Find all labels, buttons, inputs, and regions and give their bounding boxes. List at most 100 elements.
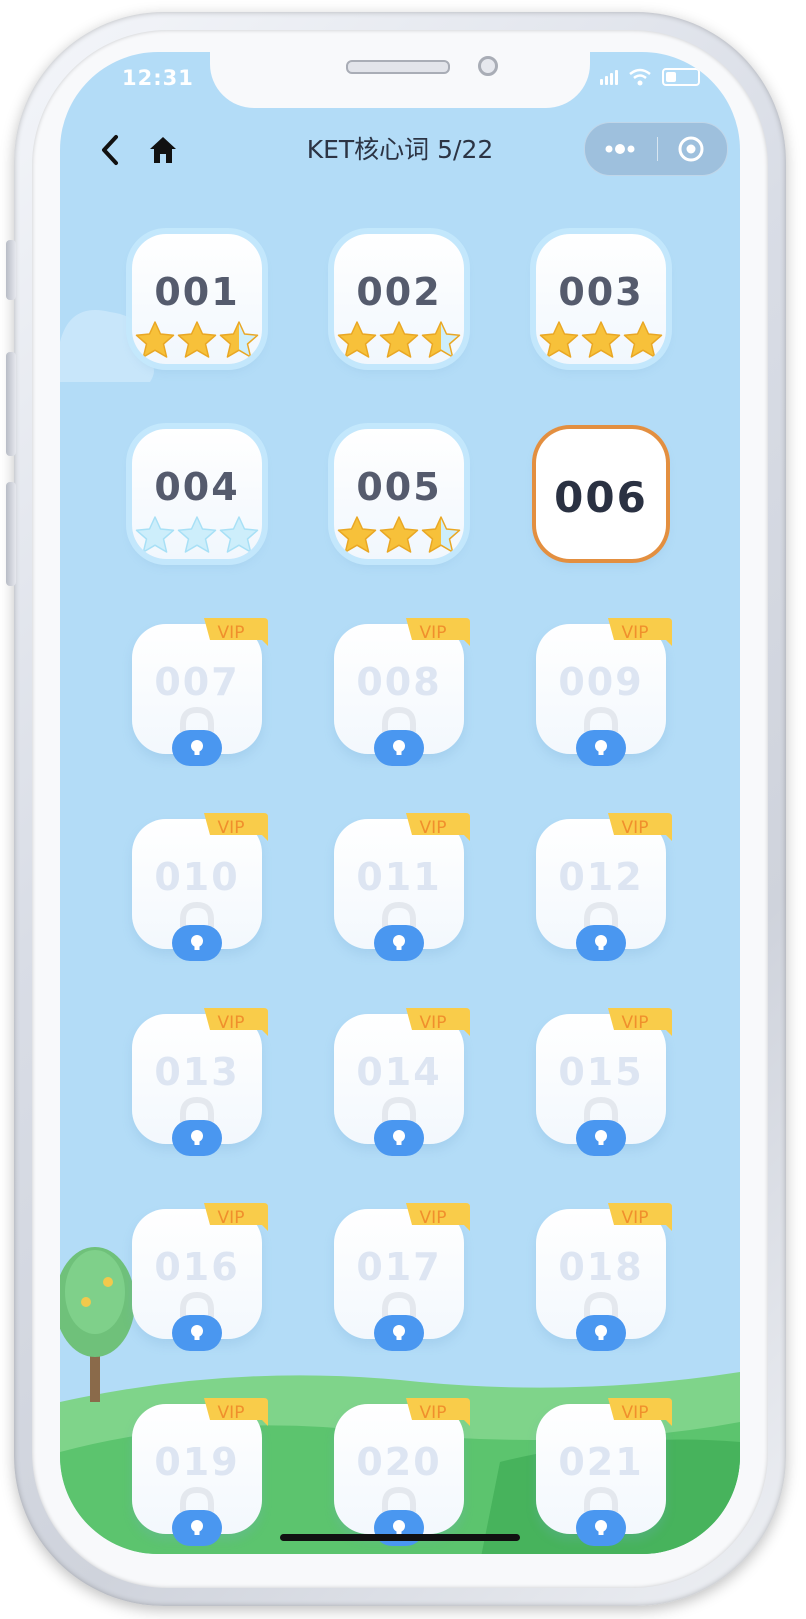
vip-badge: VIP: [217, 1208, 245, 1228]
level-card: 005: [334, 429, 464, 559]
padlock-icon: [576, 1291, 626, 1351]
padlock-icon: [374, 1096, 424, 1156]
level-card: 002: [334, 234, 464, 364]
capsule-divider: [657, 137, 658, 161]
vip-badge: VIP: [217, 623, 245, 643]
level-tile-010[interactable]: 010 VIP: [130, 813, 268, 961]
level-tile-021[interactable]: 021 VIP: [534, 1398, 672, 1546]
level-number: 020: [356, 1440, 442, 1484]
home-icon: [150, 137, 176, 163]
battery-icon: [662, 68, 700, 86]
home-indicator: [280, 1534, 520, 1541]
level-number: 018: [558, 1245, 644, 1289]
close-button[interactable]: [659, 123, 727, 175]
back-button[interactable]: [96, 132, 126, 168]
level-tile-009[interactable]: 009 VIP: [534, 618, 672, 766]
level-number: 013: [154, 1050, 240, 1094]
star-filled-icon: [135, 321, 175, 358]
padlock-icon: [576, 706, 626, 766]
star-filled-icon: [177, 321, 217, 358]
vip-badge: VIP: [217, 1013, 245, 1033]
level-tile-007[interactable]: 007 VIP: [130, 618, 268, 766]
level-tile-002[interactable]: 002: [332, 232, 466, 366]
level-number: 010: [154, 855, 240, 899]
vip-badge: VIP: [621, 623, 649, 643]
padlock-icon: [172, 1486, 222, 1546]
speaker-grille: [346, 60, 450, 74]
home-button[interactable]: [148, 134, 178, 166]
star-half-icon: [219, 321, 259, 358]
level-tile-015[interactable]: 015 VIP: [534, 1008, 672, 1156]
level-number: 016: [154, 1245, 240, 1289]
status-time: 12:31: [122, 66, 194, 90]
level-number: 014: [356, 1050, 442, 1094]
level-number: 003: [558, 270, 644, 314]
level-tile-020[interactable]: 020 VIP: [332, 1398, 470, 1546]
vip-badge: VIP: [419, 623, 447, 643]
level-number: 005: [356, 465, 442, 509]
level-number: 006: [554, 473, 648, 522]
level-tile-008[interactable]: 008 VIP: [332, 618, 470, 766]
volume-up-button: [6, 352, 16, 456]
more-button[interactable]: [585, 123, 655, 175]
star-filled-icon: [337, 516, 377, 553]
level-tile-019[interactable]: 019 VIP: [130, 1398, 268, 1546]
level-tile-006[interactable]: 006: [534, 427, 668, 561]
level-tile-018[interactable]: 018 VIP: [534, 1203, 672, 1351]
vip-badge: VIP: [621, 1403, 649, 1423]
level-card: 003: [536, 234, 666, 364]
star-empty-icon: [135, 516, 175, 553]
vip-badge: VIP: [621, 818, 649, 838]
level-tile-005[interactable]: 005: [332, 427, 466, 561]
padlock-icon: [172, 706, 222, 766]
level-tile-017[interactable]: 017 VIP: [332, 1203, 470, 1351]
level-card: 001: [132, 234, 262, 364]
level-tile-004[interactable]: 004: [130, 427, 264, 561]
level-card: 004: [132, 429, 262, 559]
level-number: 004: [154, 465, 240, 509]
level-tile-012[interactable]: 012 VIP: [534, 813, 672, 961]
level-number: 008: [356, 660, 442, 704]
vip-badge: VIP: [217, 818, 245, 838]
padlock-icon: [172, 1291, 222, 1351]
level-tile-001[interactable]: 001: [130, 232, 264, 366]
level-number: 009: [558, 660, 644, 704]
level-tile-016[interactable]: 016 VIP: [130, 1203, 268, 1351]
star-empty-icon: [219, 516, 259, 553]
chevron-left-icon: [102, 135, 118, 165]
tree-decoration: [60, 1247, 135, 1402]
level-card: 006: [536, 429, 666, 559]
more-dots-icon: [605, 144, 635, 154]
front-camera: [478, 56, 498, 76]
level-number: 012: [558, 855, 644, 899]
vip-badge: VIP: [419, 818, 447, 838]
vip-badge: VIP: [419, 1403, 447, 1423]
level-tile-013[interactable]: 013 VIP: [130, 1008, 268, 1156]
star-half-icon: [421, 516, 461, 553]
status-icons: [600, 68, 700, 86]
level-number: 011: [356, 855, 442, 899]
level-number: 017: [356, 1245, 442, 1289]
star-filled-icon: [379, 321, 419, 358]
star-rating: [334, 515, 464, 555]
star-filled-icon: [581, 321, 621, 358]
star-empty-icon: [177, 516, 217, 553]
vip-badge: VIP: [621, 1013, 649, 1033]
vip-badge: VIP: [621, 1208, 649, 1228]
star-filled-icon: [539, 321, 579, 358]
page-title: KET核心词 5/22: [306, 135, 494, 164]
mute-switch: [6, 240, 16, 300]
star-half-icon: [421, 321, 461, 358]
level-tile-003[interactable]: 003: [534, 232, 668, 366]
level-tile-011[interactable]: 011 VIP: [332, 813, 470, 961]
vip-badge: VIP: [217, 1403, 245, 1423]
level-tile-014[interactable]: 014 VIP: [332, 1008, 470, 1156]
star-rating: [536, 320, 666, 360]
padlock-icon: [172, 1096, 222, 1156]
level-number: 007: [154, 660, 240, 704]
padlock-icon: [172, 901, 222, 961]
vip-badge: VIP: [419, 1013, 447, 1033]
padlock-icon: [576, 1096, 626, 1156]
level-number: 015: [558, 1050, 644, 1094]
level-number: 002: [356, 270, 442, 314]
